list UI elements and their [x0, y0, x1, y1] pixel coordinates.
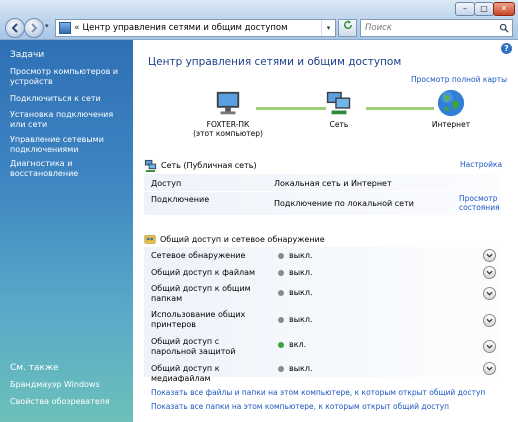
map-node-internet[interactable]: Интернет	[429, 88, 473, 129]
sharing-row-label: Использование общих принтеров	[151, 310, 246, 329]
sidebar-item-diagnose[interactable]: Диагностика и восстановление	[10, 159, 128, 179]
search-input[interactable]: Поиск	[361, 23, 496, 33]
minimize-button[interactable]: –	[455, 2, 475, 16]
arrow-right-icon	[31, 23, 38, 33]
expand-chevron-icon[interactable]	[483, 340, 496, 353]
expand-chevron-icon[interactable]	[483, 249, 496, 262]
sharing-section-title: Общий доступ и сетевое обнаружение	[160, 234, 325, 244]
page-title: Центр управления сетями и общим доступом	[148, 56, 402, 68]
state-off-icon	[278, 252, 284, 259]
map-node-network[interactable]: Сеть	[319, 90, 359, 129]
internet-label: Интернет	[431, 120, 471, 129]
sharing-row-state: выкл.	[278, 315, 313, 324]
view-status-link-line1[interactable]: Просмотр	[459, 194, 500, 203]
access-value: Локальная сеть и Интернет	[274, 179, 392, 188]
sharing-row-state: выкл.	[278, 268, 313, 277]
state-off-icon	[278, 316, 284, 323]
sidebar-item-firewall[interactable]: Брандмауэр Windows	[10, 380, 128, 390]
sidebar-item-manage-connections[interactable]: Управление сетевыми подключениями	[10, 135, 128, 155]
connection-label: Подключение	[151, 195, 210, 204]
state-off-icon	[278, 269, 284, 276]
close-button[interactable]: ✕	[493, 2, 515, 16]
computer-subtitle: (этот компьютер)	[193, 129, 263, 138]
tasks-heading: Задачи	[10, 50, 45, 60]
sharing-row-state: выкл.	[278, 364, 313, 373]
refresh-icon	[343, 20, 352, 29]
view-status-link[interactable]: Просмотр состояния	[459, 194, 500, 212]
state-off-icon	[278, 289, 284, 296]
view-status-link-line2[interactable]: состояния	[459, 203, 500, 212]
show-shared-files-link[interactable]: Показать все файлы и папки на этом компь…	[151, 388, 485, 397]
sharing-section-header: Общий доступ и сетевое обнаружение	[144, 231, 501, 247]
sidebar-item-view-computers[interactable]: Просмотр компьютеров и устройств	[10, 67, 128, 87]
address-path[interactable]: Центр управления сетями и общим доступом	[83, 23, 321, 33]
search-icon[interactable]	[496, 20, 512, 36]
help-icon[interactable]: ?	[501, 43, 512, 54]
state-off-icon	[278, 365, 284, 372]
control-panel-icon	[59, 22, 71, 34]
arrow-left-icon	[11, 23, 18, 33]
search-box[interactable]: Поиск	[360, 19, 513, 37]
sharing-row-label: Общий доступ к файлам	[151, 268, 256, 277]
see-also-heading: См. также	[10, 363, 59, 373]
main-content: ? Центр управления сетями и общим доступ…	[133, 40, 518, 422]
maximize-button[interactable]: □	[474, 2, 494, 16]
map-connection-line	[256, 107, 326, 110]
map-node-computer[interactable]: FOXTER-ПК (этот компьютер)	[193, 90, 263, 138]
sharing-row-state: выкл.	[278, 288, 313, 297]
map-connection-line	[366, 107, 434, 110]
sharing-row-state: выкл.	[278, 251, 313, 260]
sidebar-item-connect[interactable]: Подключиться к сети	[10, 94, 128, 104]
sidebar-item-internet-options[interactable]: Свойства обозревателя	[10, 397, 128, 407]
refresh-button[interactable]	[338, 19, 357, 37]
sharing-row-label: Общий доступ с парольной защитой	[151, 337, 236, 356]
sharing-row-public-folders[interactable]: Общий доступ к общим папкам выкл.	[144, 281, 501, 307]
sharing-row-printers[interactable]: Использование общих принтеров выкл.	[144, 307, 501, 334]
network-section-icon	[144, 159, 157, 172]
info-row-connection: Подключение Подключение по локальной сет…	[144, 191, 501, 215]
sharing-row-label: Общий доступ к медиафайлам	[151, 364, 220, 383]
computer-icon	[216, 91, 240, 115]
computer-name: FOXTER-ПК	[206, 120, 250, 129]
network-section-header: Сеть (Публичная сеть)	[144, 157, 501, 173]
forward-button[interactable]	[24, 18, 44, 38]
expand-chevron-icon[interactable]	[483, 362, 496, 375]
history-dropdown[interactable]: ▾	[45, 22, 53, 32]
sharing-row-label: Общий доступ к общим папкам	[151, 284, 251, 303]
sharing-row-media[interactable]: Общий доступ к медиафайлам выкл.	[144, 360, 501, 383]
address-dropdown[interactable]: ▾	[321, 20, 335, 36]
address-bar[interactable]: « Центр управления сетями и общим доступ…	[55, 19, 336, 37]
sharing-row-discovery[interactable]: Сетевое обнаружение выкл.	[144, 247, 501, 264]
access-label: Доступ	[151, 179, 182, 188]
sharing-row-files[interactable]: Общий доступ к файлам выкл.	[144, 264, 501, 281]
info-row-access: Доступ Локальная сеть и Интернет	[144, 173, 501, 191]
sharing-icon	[144, 235, 156, 244]
sharing-row-password[interactable]: Общий доступ с парольной защитой вкл.	[144, 334, 501, 360]
expand-chevron-icon[interactable]	[483, 314, 496, 327]
view-full-map-link[interactable]: Просмотр полной карты	[411, 75, 507, 84]
address-prefix: «	[74, 23, 80, 33]
connection-value: Подключение по локальной сети	[274, 199, 414, 208]
back-button[interactable]	[5, 18, 25, 38]
globe-icon	[437, 89, 465, 117]
sharing-row-label: Сетевое обнаружение	[151, 251, 246, 260]
network-name: Сеть	[329, 120, 349, 129]
sharing-row-state: вкл.	[278, 340, 306, 349]
window-titlebar: – □ ✕ ▾ « Центр управления сетями и общи…	[0, 0, 518, 40]
task-pane: Задачи Просмотр компьютеров и устройств …	[0, 40, 133, 422]
expand-chevron-icon[interactable]	[483, 287, 496, 300]
state-on-icon	[278, 341, 284, 348]
network-section-title: Сеть (Публичная сеть)	[161, 160, 257, 170]
show-shared-folders-link[interactable]: Показать все папки на этом компьютере, к…	[151, 402, 449, 411]
expand-chevron-icon[interactable]	[483, 266, 496, 279]
customize-link[interactable]: Настройка	[460, 160, 502, 169]
network-icon	[326, 91, 351, 115]
sidebar-item-setup-connection[interactable]: Установка подключения или сети	[10, 110, 128, 130]
